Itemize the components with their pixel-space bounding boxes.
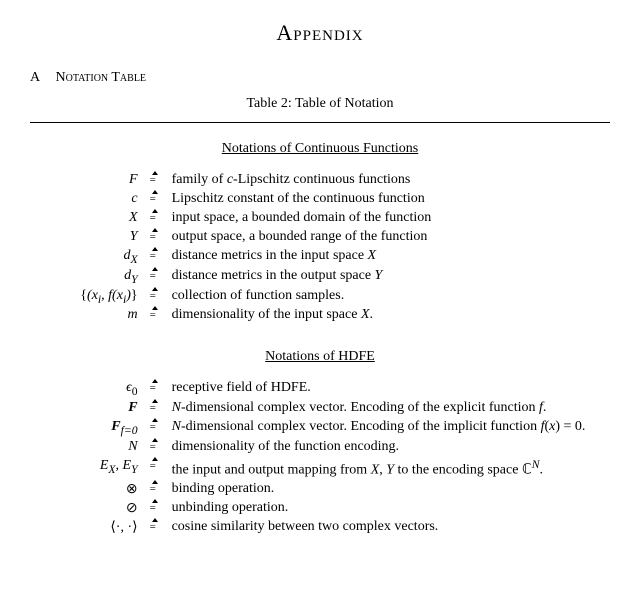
description-cell: the input and output mapping from X, Y t… bbox=[168, 457, 599, 480]
description-cell: receptive field of HDFE. bbox=[168, 379, 599, 399]
defeq-cell: = bbox=[142, 379, 168, 399]
symbol-cell: F bbox=[42, 399, 142, 418]
table-row: m=dimensionality of the input space X. bbox=[42, 306, 599, 325]
notation-table: F=family of c-Lipschitz continuous funct… bbox=[42, 171, 599, 325]
description-cell: Lipschitz constant of the continuous fun… bbox=[168, 190, 599, 209]
description-cell: distance metrics in the input space X bbox=[168, 247, 599, 267]
defeq-cell: = bbox=[142, 209, 168, 228]
defeq-cell: = bbox=[142, 499, 168, 518]
description-cell: collection of function samples. bbox=[168, 287, 599, 307]
defeq-cell: = bbox=[142, 306, 168, 325]
defeq-cell: = bbox=[142, 438, 168, 457]
symbol-cell: X bbox=[42, 209, 142, 228]
symbol-cell: m bbox=[42, 306, 142, 325]
description-cell: N-dimensional complex vector. Encoding o… bbox=[168, 399, 599, 418]
defeq-cell: = bbox=[142, 457, 168, 480]
defeq-cell: = bbox=[142, 190, 168, 209]
table-top-rule bbox=[30, 122, 610, 123]
group-header: Notations of HDFE bbox=[30, 349, 610, 365]
description-cell: dimensionality of the input space X. bbox=[168, 306, 599, 325]
symbol-cell: EX, EY bbox=[42, 457, 142, 480]
description-cell: input space, a bounded domain of the fun… bbox=[168, 209, 599, 228]
table-row: dY=distance metrics in the output space … bbox=[42, 267, 599, 287]
symbol-cell: c bbox=[42, 190, 142, 209]
symbol-cell: ⊘ bbox=[42, 499, 142, 518]
defeq-cell: = bbox=[142, 171, 168, 190]
table-row: Ff=0=N-dimensional complex vector. Encod… bbox=[42, 418, 599, 438]
description-cell: dimensionality of the function encoding. bbox=[168, 438, 599, 457]
description-cell: family of c-Lipschitz continuous functio… bbox=[168, 171, 599, 190]
appendix-title: Appendix bbox=[30, 20, 610, 46]
table-row: {(xi, f(xi)}=collection of function samp… bbox=[42, 287, 599, 307]
defeq-cell: = bbox=[142, 399, 168, 418]
description-cell: N-dimensional complex vector. Encoding o… bbox=[168, 418, 599, 438]
section-header: A Notation Table bbox=[30, 70, 610, 86]
table-row: Y=output space, a bounded range of the f… bbox=[42, 228, 599, 247]
description-cell: cosine similarity between two complex ve… bbox=[168, 518, 599, 537]
table-row: X=input space, a bounded domain of the f… bbox=[42, 209, 599, 228]
symbol-cell: ⟨·, ·⟩ bbox=[42, 518, 142, 537]
symbol-cell: ⊗ bbox=[42, 480, 142, 499]
table-row: EX, EY=the input and output mapping from… bbox=[42, 457, 599, 480]
defeq-cell: = bbox=[142, 518, 168, 537]
table-row: N=dimensionality of the function encodin… bbox=[42, 438, 599, 457]
table-row: F=family of c-Lipschitz continuous funct… bbox=[42, 171, 599, 190]
notation-table: ϵ0=receptive field of HDFE.F=N-dimension… bbox=[42, 379, 599, 536]
symbol-cell: Y bbox=[42, 228, 142, 247]
defeq-cell: = bbox=[142, 418, 168, 438]
description-cell: binding operation. bbox=[168, 480, 599, 499]
table-row: ϵ0=receptive field of HDFE. bbox=[42, 379, 599, 399]
defeq-cell: = bbox=[142, 287, 168, 307]
defeq-cell: = bbox=[142, 480, 168, 499]
symbol-cell: F bbox=[42, 171, 142, 190]
defeq-cell: = bbox=[142, 267, 168, 287]
table-row: ⊗=binding operation. bbox=[42, 480, 599, 499]
symbol-cell: N bbox=[42, 438, 142, 457]
symbol-cell: dY bbox=[42, 267, 142, 287]
section-heading: Notation Table bbox=[56, 70, 147, 85]
symbol-cell: ϵ0 bbox=[42, 379, 142, 399]
description-cell: output space, a bounded range of the fun… bbox=[168, 228, 599, 247]
table-row: ⟨·, ·⟩=cosine similarity between two com… bbox=[42, 518, 599, 537]
section-letter: A bbox=[30, 70, 52, 86]
table-row: dX=distance metrics in the input space X bbox=[42, 247, 599, 267]
notation-table-container: Notations of Continuous FunctionsF=famil… bbox=[30, 141, 610, 537]
table-row: ⊘=unbinding operation. bbox=[42, 499, 599, 518]
description-cell: unbinding operation. bbox=[168, 499, 599, 518]
symbol-cell: dX bbox=[42, 247, 142, 267]
symbol-cell: {(xi, f(xi)} bbox=[42, 287, 142, 307]
defeq-cell: = bbox=[142, 247, 168, 267]
defeq-cell: = bbox=[142, 228, 168, 247]
group-header: Notations of Continuous Functions bbox=[30, 141, 610, 157]
symbol-cell: Ff=0 bbox=[42, 418, 142, 438]
table-caption: Table 2: Table of Notation bbox=[30, 96, 610, 112]
table-row: F=N-dimensional complex vector. Encoding… bbox=[42, 399, 599, 418]
description-cell: distance metrics in the output space Y bbox=[168, 267, 599, 287]
table-row: c=Lipschitz constant of the continuous f… bbox=[42, 190, 599, 209]
